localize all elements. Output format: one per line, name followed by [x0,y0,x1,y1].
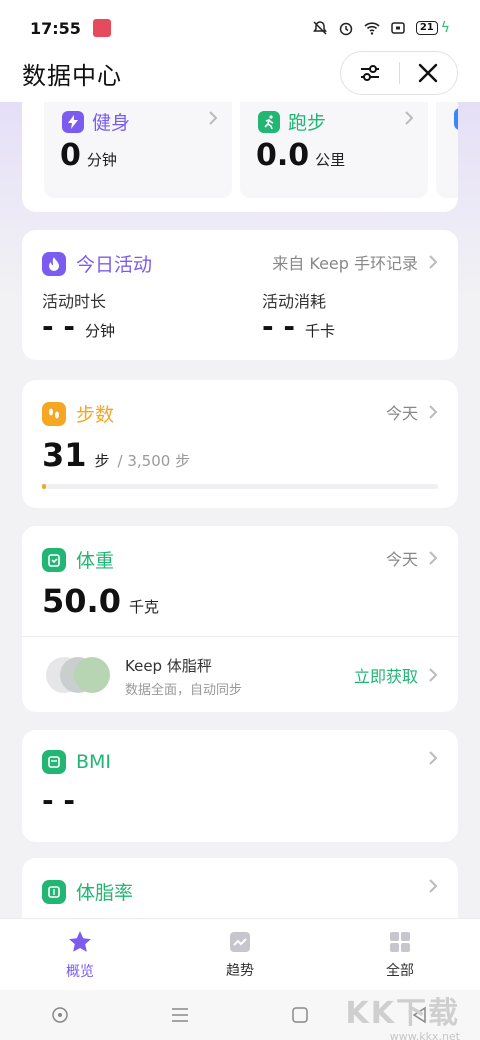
weight-title: 体重 [76,550,115,572]
chevron-right-icon [209,111,218,125]
close-icon [419,63,438,83]
promo-subtitle: 数据全面，自动同步 [125,683,243,698]
duration-label: 活动时长 [42,292,107,311]
nav-all[interactable]: 全部 [320,919,480,990]
menu-icon [172,1008,188,1022]
get-now-link[interactable]: 立即获取 [354,663,418,687]
weight-value: 50.0 [42,582,121,620]
weight-card[interactable]: 体重 今天 50.0 千克 Keep 体脂秤 数据全面，自动同步 立即获取 [22,526,458,712]
promo-title: Keep 体脂秤 [125,657,212,675]
assistant-button[interactable] [0,1006,120,1024]
scale-promo[interactable]: Keep 体脂秤 数据全面，自动同步 立即获取 [22,637,458,712]
bmi-value: - - [42,784,75,817]
steps-unit: 步 [94,452,110,470]
battery-indicator: 21 ϟ [415,20,450,36]
chevron-right-icon [429,751,438,765]
nav-trend[interactable]: 趋势 [160,919,320,990]
sport-icon [454,108,458,130]
sport-card: 健身 0 分钟 跑步 0.0 公里 [22,102,458,212]
header-actions [340,51,458,95]
lightning-icon [62,110,84,133]
flame-icon [42,251,66,276]
sliders-icon [360,65,379,81]
wifi-icon [364,22,380,35]
battery-level: 21 [415,21,438,35]
star-icon [69,930,91,952]
next-sport-tile[interactable] [436,102,458,198]
header: 数据中心 [0,44,480,102]
alarm-icon [339,22,353,36]
fitness-unit: 分钟 [86,151,117,169]
fitness-value: 0 [60,138,81,173]
menu-button[interactable] [120,1007,240,1023]
trend-icon [230,931,250,952]
duration-value: - - [42,310,75,343]
status-time: 17:55 [30,18,81,38]
consume-unit: 千卡 [305,322,336,340]
steps-progress-fill [42,484,46,489]
grid-icon [390,931,410,952]
chevron-right-icon [429,405,438,419]
clipboard-icon [42,547,66,572]
bottom-nav: 概览 趋势 全部 [0,918,480,990]
status-icons: 21 ϟ [312,20,450,36]
watermark: KK下载 www.kkx.net [346,988,461,1040]
mute-icon [312,21,327,35]
charging-icon: ϟ [440,20,450,36]
weight-period: 今天 [385,550,418,569]
steps-value: 31 [42,436,87,474]
duration-unit: 分钟 [85,322,116,340]
data-center-page: 17:55 21 ϟ 数据中心 健身 0 分钟 跑步 0.0 公里 今日活动 来… [0,0,480,1040]
running-label: 跑步 [288,112,327,134]
nav-overview[interactable]: 概览 [0,919,160,990]
running-tile[interactable]: 跑步 0.0 公里 [240,102,428,198]
bmi-icon [42,750,66,774]
bmi-title: BMI [76,751,112,773]
steps-card[interactable]: 步数 今天 31 步 / 3,500 步 [22,380,458,508]
sim-icon [391,22,405,34]
activity-source: 来自 Keep 手环记录 [272,254,418,273]
weight-unit: 千克 [128,598,159,616]
square-icon [292,1007,308,1023]
chevron-right-icon [429,551,438,565]
circle-icon [52,1007,68,1023]
activity-title: 今日活动 [76,254,153,276]
consume-value: - - [262,310,295,343]
chevron-right-icon [429,668,438,682]
nav-all-label: 全部 [386,962,414,979]
settings-button[interactable] [341,52,399,94]
fitness-label: 健身 [92,112,131,134]
page-title: 数据中心 [22,61,122,90]
running-unit: 公里 [315,151,346,169]
app-notification-icon [92,19,111,37]
fitness-tile[interactable]: 健身 0 分钟 [44,102,232,198]
close-button[interactable] [400,52,458,94]
activity-card[interactable]: 今日活动 来自 Keep 手环记录 活动时长 - - 分钟 活动消耗 - - 千… [22,230,458,360]
watermark-logo: KK下载 [345,996,460,1031]
chevron-right-icon [405,111,414,125]
bodyfat-icon [42,879,66,904]
footprints-icon [42,401,66,426]
chevron-right-icon [429,255,438,269]
steps-title: 步数 [76,404,115,426]
nav-overview-label: 概览 [66,963,94,980]
consume-label: 活动消耗 [262,292,327,311]
running-icon [258,110,280,133]
home-button[interactable] [240,1006,360,1024]
scale-image [46,655,110,695]
running-value: 0.0 [256,138,310,173]
chevron-right-icon [429,879,438,893]
bodyfat-title: 体脂率 [76,882,134,904]
nav-trend-label: 趋势 [226,962,254,979]
steps-period: 今天 [385,404,418,423]
steps-goal: / 3,500 步 [117,452,191,470]
bmi-card[interactable]: BMI - - [22,730,458,842]
steps-progress-bar [42,484,438,489]
